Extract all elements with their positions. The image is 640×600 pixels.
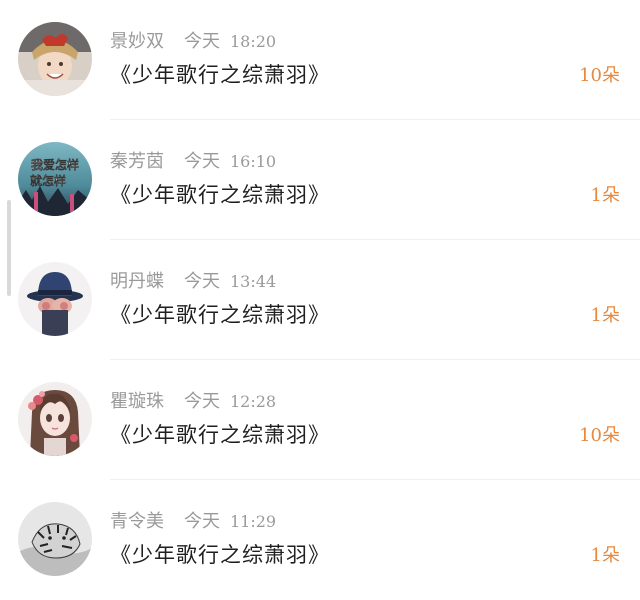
- flower-count: 1朵: [590, 545, 620, 566]
- sender-name[interactable]: 秦芳茵: [110, 151, 164, 172]
- avatar[interactable]: [18, 262, 92, 336]
- message-time: 18:20: [230, 32, 277, 51]
- avatar[interactable]: 我爱怎样 就怎样: [18, 142, 92, 216]
- book-title[interactable]: 《少年歌行之综萧羽》: [110, 421, 330, 449]
- message-day: 今天: [184, 391, 220, 412]
- gift-message-list: 景妙双 今天 18:20 《少年歌行之综萧羽》 10朵 我爱怎样 就怎样 秦芳茵…: [0, 0, 640, 600]
- book-title[interactable]: 《少年歌行之综萧羽》: [110, 61, 330, 89]
- book-title[interactable]: 《少年歌行之综萧羽》: [110, 181, 330, 209]
- list-item[interactable]: 瞿璇珠 今天 12:28 《少年歌行之综萧羽》 10朵: [0, 360, 640, 480]
- message-time: 16:10: [230, 152, 277, 171]
- flower-count: 10朵: [579, 65, 620, 86]
- girl-photo-avatar-icon: [18, 22, 92, 96]
- book-title[interactable]: 《少年歌行之综萧羽》: [110, 301, 330, 329]
- list-item[interactable]: 明丹蝶 今天 13:44 《少年歌行之综萧羽》 1朵: [0, 240, 640, 360]
- sender-name[interactable]: 瞿璇珠: [110, 391, 164, 412]
- message-meta: 瞿璇珠 今天 12:28: [110, 391, 276, 413]
- list-item[interactable]: 青令美 今天 11:29 《少年歌行之综萧羽》 1朵: [0, 480, 640, 600]
- blue-hat-avatar-icon: [18, 262, 92, 336]
- flower-count: 1朵: [590, 185, 620, 206]
- message-meta: 青令美 今天 11:29: [110, 511, 276, 533]
- avatar[interactable]: [18, 382, 92, 456]
- avatar-text: 就怎样: [30, 173, 66, 188]
- message-day: 今天: [184, 271, 220, 292]
- tiger-ink-avatar-icon: [18, 502, 92, 576]
- avatar-text: 我爱怎样: [31, 157, 79, 172]
- message-time: 13:44: [230, 272, 277, 291]
- sender-name[interactable]: 景妙双: [110, 31, 164, 52]
- message-time: 11:29: [230, 512, 277, 531]
- list-item[interactable]: 我爱怎样 就怎样 秦芳茵 今天 16:10 《少年歌行之综萧羽》 1朵: [0, 120, 640, 240]
- text-meme-avatar-icon: 我爱怎样 就怎样: [18, 142, 92, 216]
- sender-name[interactable]: 明丹蝶: [110, 271, 164, 292]
- message-meta: 明丹蝶 今天 13:44: [110, 271, 276, 293]
- flower-count: 1朵: [590, 305, 620, 326]
- avatar[interactable]: [18, 502, 92, 576]
- avatar[interactable]: [18, 22, 92, 96]
- message-day: 今天: [184, 511, 220, 532]
- flower-count: 10朵: [579, 425, 620, 446]
- message-meta: 秦芳茵 今天 16:10: [110, 151, 276, 173]
- sender-name[interactable]: 青令美: [110, 511, 164, 532]
- book-title[interactable]: 《少年歌行之综萧羽》: [110, 541, 330, 569]
- message-meta: 景妙双 今天 18:20: [110, 31, 276, 53]
- anime-girl-avatar-icon: [18, 382, 92, 456]
- message-day: 今天: [184, 31, 220, 52]
- list-item[interactable]: 景妙双 今天 18:20 《少年歌行之综萧羽》 10朵: [0, 0, 640, 120]
- message-day: 今天: [184, 151, 220, 172]
- message-time: 12:28: [230, 392, 277, 411]
